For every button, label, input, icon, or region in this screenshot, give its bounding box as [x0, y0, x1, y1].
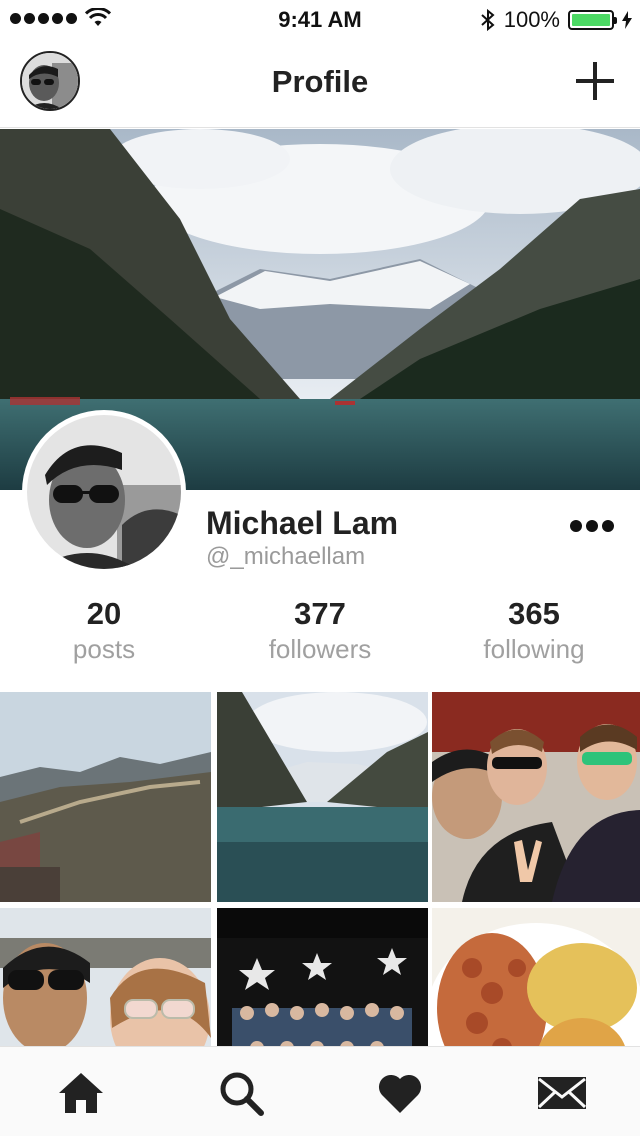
photo-grid [0, 692, 640, 1046]
photo-tile[interactable] [432, 692, 640, 902]
stat-posts[interactable]: 20 posts [14, 596, 194, 665]
photo-tile[interactable] [0, 908, 211, 1046]
profile-avatar[interactable] [22, 410, 186, 574]
photo-tile[interactable] [432, 908, 640, 1046]
battery-icon [568, 10, 617, 30]
status-bar: 9:41 AM 100% [0, 0, 640, 40]
photo-tile[interactable] [0, 692, 211, 902]
mail-icon[interactable] [536, 1069, 588, 1117]
photo-tile[interactable] [217, 908, 428, 1046]
profile-handle: @_michaellam [206, 543, 366, 570]
home-icon[interactable] [57, 1069, 105, 1117]
battery-level [572, 14, 610, 26]
status-right: 100% [480, 7, 632, 33]
tab-bar [0, 1046, 640, 1136]
profile-stats: 20 posts 377 followers 365 following [0, 596, 640, 666]
stat-following-label: following [483, 634, 585, 664]
page-title: Profile [271, 64, 369, 99]
battery-percent: 100% [503, 7, 560, 32]
heart-icon[interactable] [376, 1069, 424, 1117]
search-icon[interactable] [217, 1069, 265, 1117]
plus-icon[interactable] [574, 60, 616, 102]
stat-following-value: 365 [508, 596, 560, 631]
profile-avatar-image [27, 415, 181, 569]
stat-posts-label: posts [72, 634, 136, 664]
stat-followers-label: followers [268, 634, 372, 664]
stat-followers-value: 377 [294, 596, 346, 631]
bluetooth-icon [481, 8, 495, 32]
stat-posts-value: 20 [86, 596, 122, 631]
photo-tile[interactable] [217, 692, 428, 902]
more-icon[interactable] [570, 520, 614, 532]
nav-bar: Profile [0, 40, 640, 128]
charging-icon [622, 11, 632, 29]
stat-following[interactable]: 365 following [444, 596, 624, 665]
stat-followers[interactable]: 377 followers [230, 596, 410, 665]
profile-name: Michael Lam [206, 505, 399, 541]
